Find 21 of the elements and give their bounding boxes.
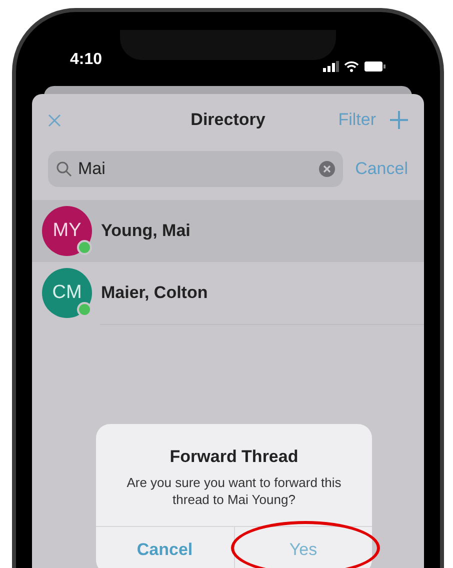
signal-icon	[323, 61, 339, 72]
dialog-title: Forward Thread	[170, 446, 298, 468]
battery-icon	[364, 61, 386, 72]
cancel-search-button[interactable]: Cancel	[355, 156, 408, 182]
screen-title: Directory	[190, 109, 266, 132]
status-time: 4:10	[70, 50, 102, 70]
contact-row[interactable]: CM Maier, Colton	[32, 262, 424, 324]
dialog-message: Are you sure you want to forward this thread to Mai Young?	[126, 474, 342, 508]
contact-name: Young, Mai	[101, 220, 190, 242]
filter-button[interactable]: Filter	[338, 107, 376, 133]
search-field[interactable]: Mai	[48, 151, 344, 187]
avatar: CM	[42, 268, 92, 318]
clear-icon[interactable]	[319, 161, 336, 177]
close-icon[interactable]	[48, 114, 61, 126]
add-icon[interactable]	[390, 111, 408, 129]
wifi-icon	[344, 61, 359, 72]
avatar: MY	[42, 206, 92, 256]
contact-row[interactable]: MY Young, Mai	[32, 200, 424, 262]
cancel-button[interactable]: Cancel	[96, 526, 234, 568]
search-icon	[56, 161, 72, 177]
contact-name: Maier, Colton	[101, 282, 208, 304]
